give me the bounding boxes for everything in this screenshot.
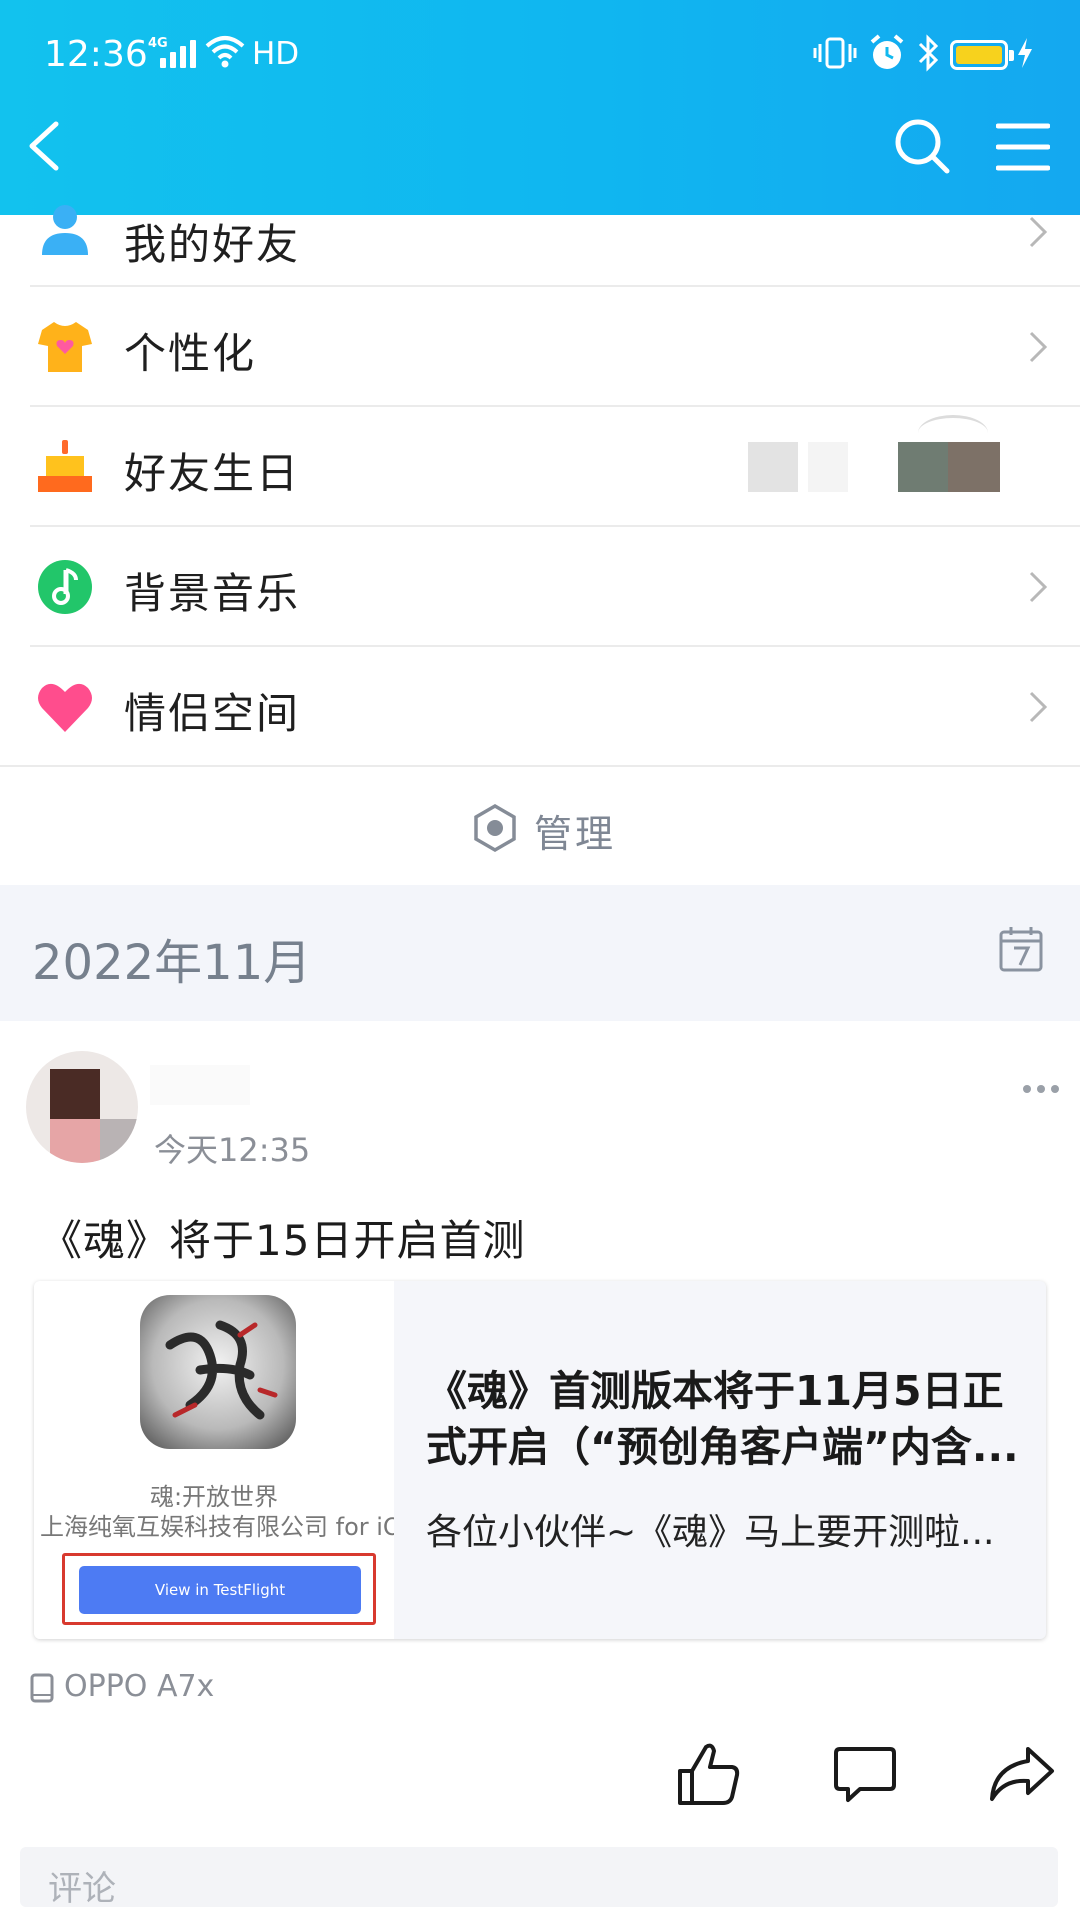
more-icon[interactable] [1022, 1083, 1060, 1095]
avatar[interactable] [26, 1051, 138, 1163]
card-title: 《魂》首测版本将于11月5日正式开启（“预创角客户端”内含... [426, 1367, 1019, 1471]
device-label: OPPO A7x [64, 1669, 215, 1704]
chevron-right-icon [1029, 331, 1048, 363]
back-icon[interactable] [18, 116, 68, 176]
music-icon [38, 560, 92, 614]
card-thumbnail: 魂:开放世界 上海纯氧互娱科技有限公司 for iOS View in Test… [34, 1281, 394, 1639]
manage-button[interactable]: 管理 [0, 767, 1080, 885]
friends-icon [42, 205, 88, 255]
manage-label: 管理 [534, 812, 617, 856]
list-item-label: 情侣空间 [124, 689, 301, 738]
list-item-music[interactable]: 背景音乐 [0, 527, 1080, 647]
friend-avatar [898, 442, 950, 492]
card-description: 各位小伙伴~《魂》马上要开测啦... [426, 1512, 995, 1553]
comment-placeholder: 评论 [48, 1869, 116, 1909]
hd-indicator: HD [252, 36, 300, 72]
chevron-right-icon [1029, 216, 1048, 248]
comment-icon[interactable] [834, 1745, 896, 1803]
status-bar: 12:36 4G HD [0, 0, 1080, 110]
list-item-label: 个性化 [124, 329, 257, 378]
list-item-couple-space[interactable]: 情侣空间 [0, 647, 1080, 767]
list-item-birthday[interactable]: 好友生日 [0, 407, 1080, 527]
status-time: 12:36 [44, 34, 148, 75]
post-time: 今天12:35 [154, 1131, 311, 1169]
link-card[interactable]: 魂:开放世界 上海纯氧互娱科技有限公司 for iOS View in Test… [34, 1281, 1046, 1639]
list-item-personalize[interactable]: 个性化 [0, 287, 1080, 407]
month-header: 2022年11月 [0, 885, 1080, 1021]
search-icon[interactable] [892, 116, 952, 176]
highlight-frame: View in TestFlight [62, 1553, 376, 1625]
heart-icon [38, 683, 92, 732]
month-label: 2022年11月 [32, 935, 312, 991]
post-text: 《魂》将于15日开启首测 [40, 1216, 526, 1265]
cake-icon [38, 440, 92, 492]
bluetooth-icon [918, 34, 939, 72]
list-item-label: 我的好友 [124, 220, 301, 269]
friend-avatar [948, 442, 1000, 492]
top-bar: 12:36 4G HD [0, 0, 1080, 215]
phone-icon [30, 1673, 54, 1703]
testflight-button: View in TestFlight [79, 1566, 361, 1614]
comment-input[interactable]: 评论 [20, 1847, 1058, 1909]
charging-icon [1018, 38, 1032, 68]
thumbs-up-icon[interactable] [676, 1741, 742, 1807]
list-item-label: 背景音乐 [124, 569, 301, 618]
username[interactable] [150, 1065, 250, 1105]
list-item-friends[interactable]: 我的好友 [0, 205, 1080, 287]
share-icon[interactable] [988, 1745, 1056, 1803]
feed-post: 今天12:35 《魂》将于15日开启首测 魂:开放世界 上海纯氧互娱科技有限公司… [0, 1021, 1080, 1909]
tshirt-icon [38, 322, 92, 372]
friend-avatar [808, 442, 848, 492]
menu-icon[interactable] [996, 120, 1050, 174]
list-item-label: 好友生日 [124, 449, 301, 498]
wifi-icon [205, 36, 245, 68]
friend-avatar [748, 442, 798, 492]
card-company: 上海纯氧互娱科技有限公司 for iOS [40, 1513, 394, 1541]
app-icon [140, 1295, 296, 1449]
settings-list: 我的好友 个性化 好友生日 背景音乐 情侣空间 [0, 205, 1080, 767]
chevron-right-icon [1029, 691, 1048, 723]
battery-icon [950, 40, 1014, 70]
chevron-right-icon [1029, 571, 1048, 603]
vibrate-icon [813, 37, 857, 69]
calendar-icon[interactable] [998, 925, 1044, 973]
alarm-icon [870, 34, 904, 69]
hexagon-settings-icon [474, 803, 516, 853]
signal-icon [160, 38, 196, 68]
